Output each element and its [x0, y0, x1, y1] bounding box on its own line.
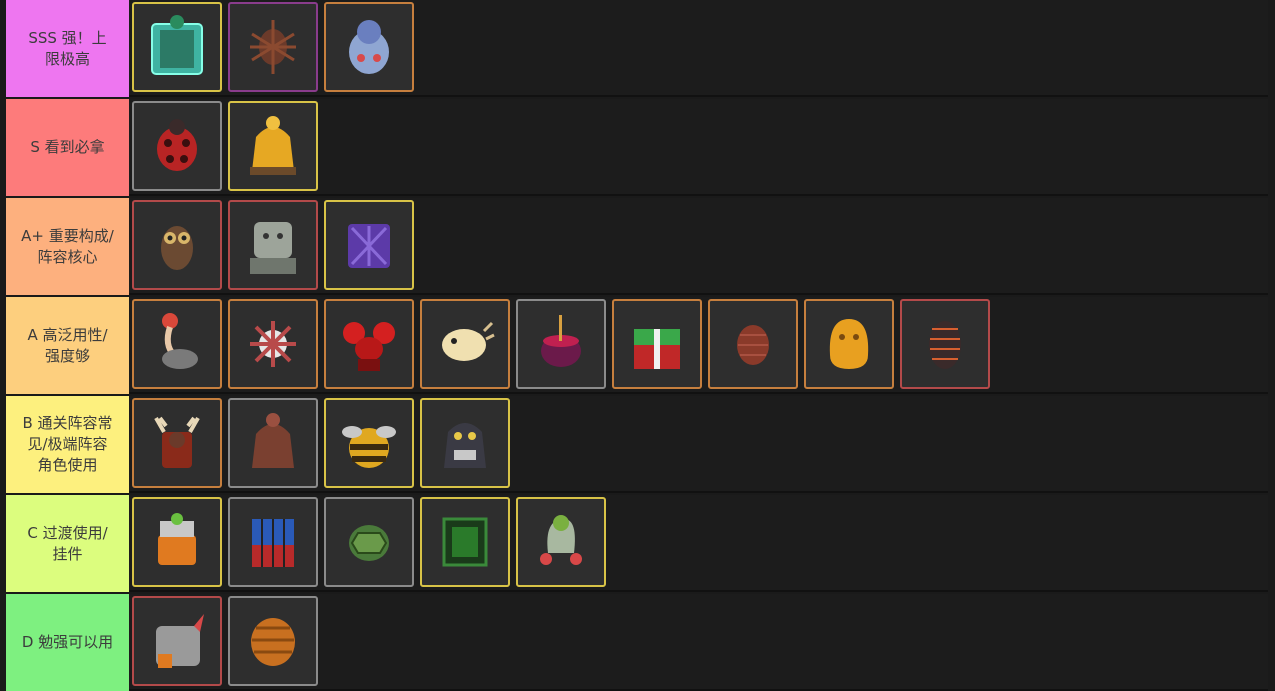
ladybug-icon: [157, 119, 197, 171]
brown-chicken-icon: [252, 413, 294, 468]
tier-item-card[interactable]: [132, 200, 222, 290]
tier-item-card[interactable]: [132, 497, 222, 587]
red-cauldron-icon: [541, 315, 581, 367]
tier-label[interactable]: D 勉强可以用: [6, 594, 129, 691]
tier-item-card[interactable]: [708, 299, 798, 389]
tier-item-card[interactable]: [132, 2, 222, 92]
tier-list: SSS 强！上 限极高 S 看到必拿 A+ 重要构成/ 阵容核心 A 高泛用性/ 强度…: [6, 0, 1268, 691]
tier-item-card[interactable]: [228, 2, 318, 92]
tier-items: [132, 497, 612, 590]
stone-lion-icon: [250, 222, 296, 274]
tier-item-card[interactable]: [324, 497, 414, 587]
tier-item-card[interactable]: [420, 299, 510, 389]
tier-row: S 看到必拿: [6, 99, 1268, 196]
blue-dynamite-icon: [252, 519, 294, 567]
tier-item-card[interactable]: [228, 497, 318, 587]
spiky-urchin-icon: [250, 321, 296, 367]
tier-item-card[interactable]: [900, 299, 990, 389]
tier-items: [132, 2, 420, 95]
tier-item-card[interactable]: [420, 398, 510, 488]
robot-frog-icon: [158, 513, 196, 565]
tier-item-card[interactable]: [804, 299, 894, 389]
tier-item-card[interactable]: [324, 200, 414, 290]
purple-hedgehog-icon: [348, 224, 390, 268]
tier-items: [132, 596, 324, 689]
tier-item-card[interactable]: [324, 299, 414, 389]
tier-label[interactable]: A+ 重要构成/ 阵容核心: [6, 198, 129, 295]
tier-row: SSS 强！上 限极高: [6, 0, 1268, 97]
golden-chicken-icon: [250, 116, 296, 175]
tier-items: [132, 398, 516, 491]
tier-item-card[interactable]: [132, 299, 222, 389]
owl-icon: [161, 226, 193, 270]
tier-item-card[interactable]: [132, 596, 222, 686]
tier-row: C 过渡使用/ 挂件: [6, 495, 1268, 592]
rhino-icon: [156, 614, 204, 668]
tier-item-card[interactable]: [612, 299, 702, 389]
spiny-beetle-icon: [250, 20, 296, 74]
tier-item-card[interactable]: [228, 101, 318, 191]
tier-row: A 高泛用性/ 强度够: [6, 297, 1268, 394]
gift-box-icon: [634, 329, 680, 369]
orange-blob-icon: [829, 319, 869, 369]
tier-item-card[interactable]: [516, 299, 606, 389]
tier-item-card[interactable]: [132, 101, 222, 191]
ostrich-icon: [162, 313, 198, 369]
moose-icon: [154, 416, 200, 468]
tier-label[interactable]: C 过渡使用/ 挂件: [6, 495, 129, 592]
tier-label[interactable]: B 通关阵容常 见/极端阵容 角色使用: [6, 396, 129, 493]
tier-item-card[interactable]: [228, 299, 318, 389]
pufferfish-icon: [442, 321, 495, 361]
tier-label[interactable]: A 高泛用性/ 强度够: [6, 297, 129, 394]
tier-row: A+ 重要构成/ 阵容核心: [6, 198, 1268, 295]
tier-items: [132, 101, 324, 194]
tier-item-card[interactable]: [516, 497, 606, 587]
tier-items: [132, 200, 420, 293]
tier-label[interactable]: SSS 强！上 限极高: [6, 0, 129, 97]
tier-item-card[interactable]: [324, 2, 414, 92]
tier-label[interactable]: S 看到必拿: [6, 99, 129, 196]
trilobite-icon: [929, 321, 961, 369]
blue-penguin-icon: [349, 20, 389, 74]
red-crab-icon: [343, 322, 395, 371]
tier-item-card[interactable]: [228, 596, 318, 686]
turtle-shell-icon: [349, 525, 389, 561]
bee-icon: [342, 426, 396, 468]
tier-item-card[interactable]: [228, 398, 318, 488]
green-cage-icon: [442, 517, 488, 567]
orange-armadillo-icon: [251, 618, 295, 666]
tier-row: D 勉强可以用: [6, 594, 1268, 691]
gorilla-icon: [444, 423, 486, 468]
tier-item-card[interactable]: [228, 200, 318, 290]
cactus-pot-icon: [151, 15, 203, 75]
tier-item-card[interactable]: [324, 398, 414, 488]
tier-row: B 通关阵容常 见/极端阵容 角色使用: [6, 396, 1268, 493]
hermit-crab-icon: [540, 515, 582, 565]
tier-items: [132, 299, 996, 392]
pinecone-icon: [737, 325, 769, 365]
tier-item-card[interactable]: [420, 497, 510, 587]
tier-item-card[interactable]: [132, 398, 222, 488]
